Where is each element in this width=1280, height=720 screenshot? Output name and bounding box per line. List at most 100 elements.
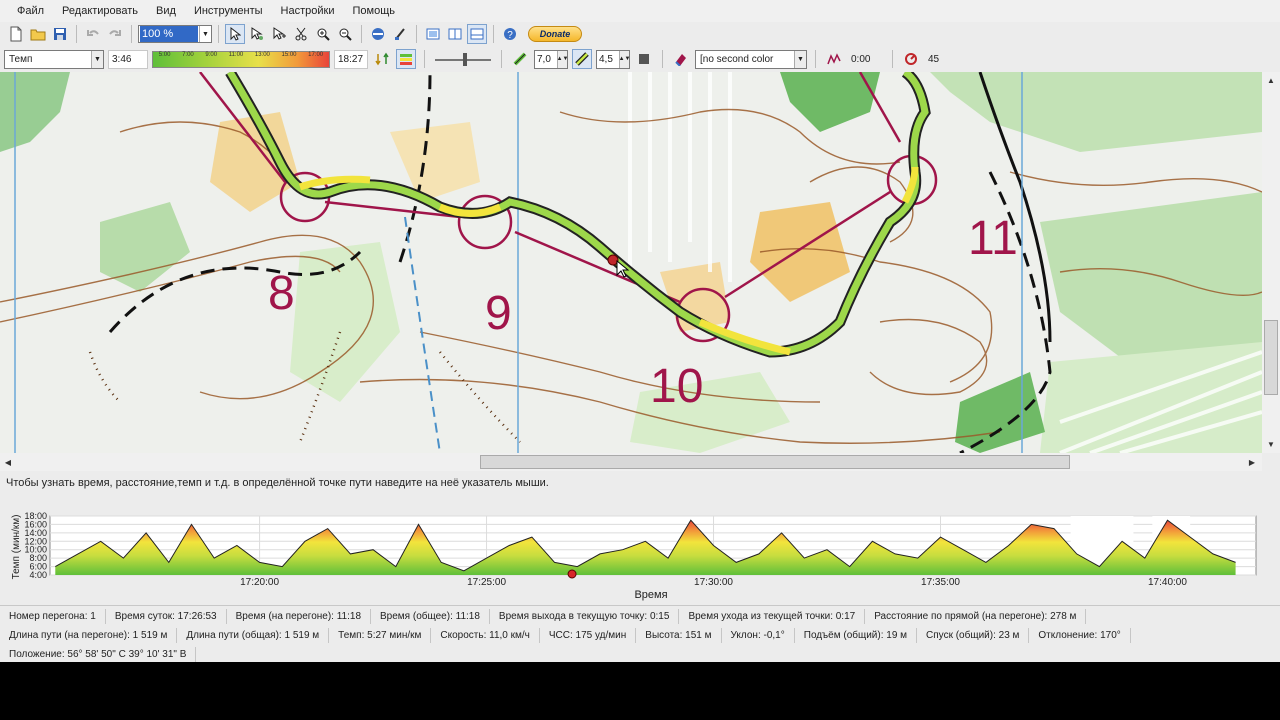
- x-tick-label: 17:40:00: [1148, 577, 1187, 588]
- status-row-1: Номер перегона: 1 Время суток: 17:26:53 …: [0, 607, 1280, 626]
- control-label-10: 10: [650, 360, 703, 413]
- color-range-icon[interactable]: [396, 49, 416, 69]
- slider-thumb[interactable]: [463, 52, 467, 66]
- menu-view[interactable]: Вид: [147, 0, 185, 22]
- window-chart-icon[interactable]: [467, 24, 487, 44]
- pointer-tool-icon[interactable]: [225, 24, 245, 44]
- status-pace: Темп: 5:27 мин/км: [329, 628, 432, 643]
- svg-text:?: ?: [507, 30, 513, 41]
- time-offset-icon: [824, 49, 844, 69]
- menu-settings[interactable]: Настройки: [272, 0, 344, 22]
- hover-hint-text: Чтобы узнать время, расстояние,темп и т.…: [6, 477, 549, 489]
- scale-tick: 13:00: [254, 51, 270, 58]
- chevron-down-icon[interactable]: ▼: [91, 50, 103, 68]
- control-label-11: 11: [968, 212, 1018, 265]
- map-canvas[interactable]: 8 9 10 11: [0, 72, 1262, 453]
- separator: [662, 50, 663, 68]
- status-ascent: Подъём (общий): 19 м: [795, 628, 918, 643]
- redo-icon[interactable]: [105, 24, 125, 44]
- status-leg-time: Время (на перегоне): 11:18: [227, 609, 372, 624]
- align-map-icon[interactable]: [390, 24, 410, 44]
- new-file-icon[interactable]: [6, 24, 26, 44]
- vertical-scroll-thumb[interactable]: [1264, 320, 1278, 395]
- pace-chart-panel[interactable]: 18:00 16:00 14:00 12:00 10:00 8:00 6:00 4:00 17…: [0, 507, 1280, 603]
- status-leg-number: Номер перегона: 1: [0, 609, 106, 624]
- border-width-spinner[interactable]: 4,5 ▲▼: [596, 49, 630, 69]
- status-departure-time: Время ухода из текущей точки: 0:17: [679, 609, 866, 624]
- x-tick-label: 17:25:00: [467, 577, 506, 588]
- cut-icon[interactable]: [291, 24, 311, 44]
- rotate-map-icon[interactable]: [368, 24, 388, 44]
- spinner-arrows-icon[interactable]: ▲▼: [619, 50, 630, 68]
- color-scale-ticks: 5:00 7:00 9:00 11:00 13:00 15:00 17:00: [153, 52, 329, 59]
- route-toolbar: Темп ▼ 3:46 5:00 7:00 9:00 11:00 13:00 1…: [0, 46, 1280, 72]
- menu-help[interactable]: Помощь: [343, 0, 404, 22]
- y-axis-label: Темп (мин/км): [11, 515, 22, 580]
- control-label-9: 9: [485, 287, 512, 340]
- color-scale-bar[interactable]: 5:00 7:00 9:00 11:00 13:00 15:00 17:00: [152, 50, 330, 68]
- chevron-down-icon[interactable]: ▼: [794, 50, 806, 68]
- x-axis-label: Время: [634, 589, 667, 601]
- status-time-of-day: Время суток: 17:26:53: [106, 609, 227, 624]
- route-border-icon[interactable]: [572, 49, 592, 69]
- status-heart-rate: ЧСС: 175 уд/мин: [540, 628, 637, 643]
- zoom-in-icon[interactable]: [313, 24, 333, 44]
- status-total-length: Длина пути (общая): 1 519 м: [177, 628, 330, 643]
- mode-select[interactable]: Темп ▼: [4, 49, 104, 69]
- sort-icon[interactable]: [372, 49, 392, 69]
- donate-button[interactable]: Donate: [528, 26, 582, 42]
- application-window: Файл Редактировать Вид Инструменты Настр…: [0, 0, 1280, 662]
- orienteering-map[interactable]: 8 9 10 11: [0, 72, 1262, 453]
- scroll-down-icon[interactable]: ▼: [1263, 436, 1279, 452]
- menu-file[interactable]: Файл: [8, 0, 53, 22]
- scale-max-field[interactable]: 18:27: [334, 49, 368, 69]
- separator: [361, 25, 362, 43]
- status-row-2: Длина пути (на перегоне): 1 519 м Длина …: [0, 626, 1280, 645]
- second-color-select[interactable]: [no second color ▼: [695, 49, 807, 69]
- window-split-icon[interactable]: [445, 24, 465, 44]
- scale-min-field[interactable]: 3:46: [108, 49, 148, 69]
- zoom-value: 100 %: [140, 26, 198, 42]
- status-row-3: Положение: 56° 58' 50" С 39° 10' 31" В: [0, 645, 1280, 664]
- open-folder-icon[interactable]: [28, 24, 48, 44]
- pointer-add-icon[interactable]: [269, 24, 289, 44]
- status-leg-length: Длина пути (на перегоне): 1 519 м: [0, 628, 178, 643]
- scroll-up-icon[interactable]: ▲: [1263, 72, 1279, 88]
- x-tick-label: 17:20:00: [240, 577, 279, 588]
- spinner-arrows-icon[interactable]: ▲▼: [557, 50, 568, 68]
- window-single-icon[interactable]: [423, 24, 443, 44]
- control-label-8: 8: [268, 267, 295, 320]
- scale-tick: 11:00: [228, 51, 244, 58]
- scroll-left-icon[interactable]: ◀: [0, 454, 16, 470]
- status-bar: Номер перегона: 1 Время суток: 17:26:53 …: [0, 605, 1280, 662]
- x-tick-label: 17:35:00: [921, 577, 960, 588]
- chevron-down-icon[interactable]: ▼: [199, 26, 211, 42]
- pointer-adjust-icon[interactable]: [247, 24, 267, 44]
- scale-tick: 15:00: [281, 51, 297, 58]
- transparency-slider[interactable]: [433, 50, 493, 69]
- map-horizontal-scrollbar[interactable]: ◀ ▶: [0, 453, 1262, 471]
- horizontal-scroll-thumb[interactable]: [480, 455, 1070, 469]
- status-slope: Уклон: -0,1°: [722, 628, 795, 643]
- menu-edit[interactable]: Редактировать: [53, 0, 147, 22]
- help-icon[interactable]: ?: [500, 24, 520, 44]
- x-tick-label: 17:30:00: [694, 577, 733, 588]
- route-width-spinner[interactable]: 7,0 ▲▼: [534, 49, 568, 69]
- zoom-select[interactable]: 100 % ▼: [138, 25, 212, 43]
- map-vertical-scrollbar[interactable]: ▲ ▼: [1262, 72, 1280, 453]
- zoom-out-icon[interactable]: [335, 24, 355, 44]
- pace-chart[interactable]: 18:0016:0014:0012:0010:008:006:004:00 17…: [0, 507, 1280, 603]
- time-offset-value[interactable]: 0:00: [848, 50, 884, 69]
- save-icon[interactable]: [50, 24, 70, 44]
- border-color-icon[interactable]: [634, 49, 654, 69]
- smoothing-value[interactable]: 45: [925, 50, 955, 69]
- status-position: Положение: 56° 58' 50" С 39° 10' 31" В: [0, 647, 197, 662]
- undo-icon[interactable]: [83, 24, 103, 44]
- scale-tick: 9:00: [205, 51, 218, 58]
- scroll-right-icon[interactable]: ▶: [1244, 454, 1260, 470]
- separator: [892, 50, 893, 68]
- separator: [501, 50, 502, 68]
- menu-tools[interactable]: Инструменты: [185, 0, 272, 22]
- menu-bar: Файл Редактировать Вид Инструменты Настр…: [0, 0, 1280, 22]
- scale-tick: 5:00: [158, 51, 171, 58]
